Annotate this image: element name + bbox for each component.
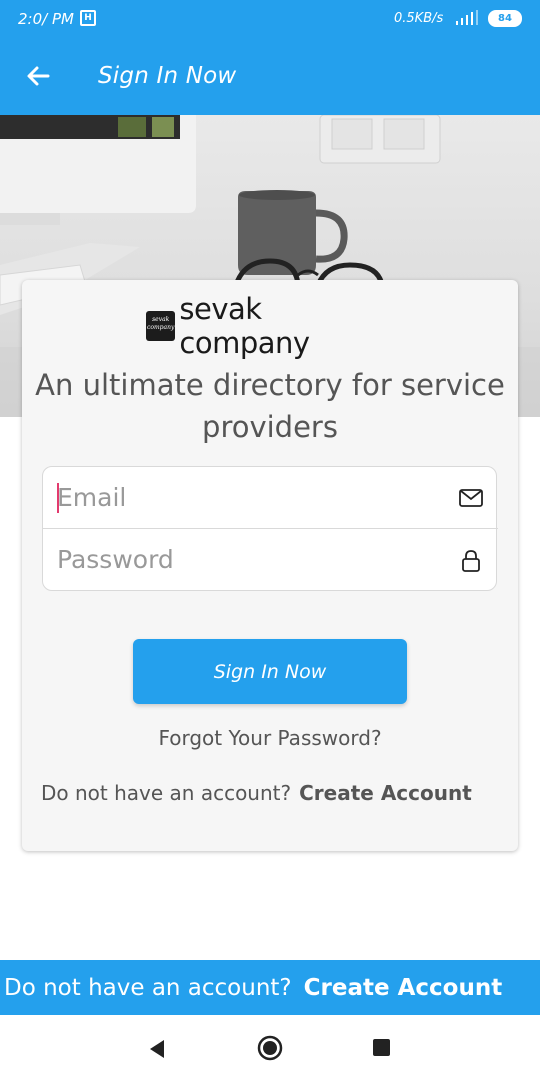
- signal-icon: [456, 10, 478, 25]
- password-field-row: [43, 529, 498, 591]
- email-field[interactable]: [57, 477, 437, 517]
- password-field[interactable]: [57, 539, 437, 579]
- text-cursor: [57, 483, 59, 513]
- navigation-bar: [0, 1015, 540, 1080]
- nav-recents-icon[interactable]: [373, 1039, 390, 1056]
- bottom-no-account-text: Do not have an account?: [4, 974, 292, 1001]
- bottom-signup-banner: Do not have an account? Create Account: [0, 960, 540, 1015]
- create-account-link[interactable]: Create Account: [299, 781, 472, 805]
- no-account-text: Do not have an account?: [41, 781, 292, 805]
- tagline: An ultimate directory for service provid…: [35, 368, 505, 444]
- status-bar: 2:0/ PM H 0.5KB/s 84: [0, 0, 540, 38]
- lock-icon: [462, 550, 480, 572]
- signup-prompt: Do not have an account? Create Account: [41, 781, 511, 805]
- mail-icon: [459, 489, 483, 507]
- sign-in-screen: 2:0/ PM H 0.5KB/s 84 Sign In Now sevak c…: [0, 0, 540, 1080]
- email-field-row: [43, 467, 498, 529]
- status-time: 2:0/ PM: [18, 10, 74, 28]
- network-speed: 0.5KB/s: [394, 11, 444, 26]
- sim-icon: H: [80, 10, 96, 26]
- arrow-left-icon[interactable]: [24, 62, 52, 90]
- bottom-create-account-link[interactable]: Create Account: [304, 975, 503, 1001]
- sign-in-button[interactable]: Sign In Now: [133, 639, 407, 704]
- battery-icon: 84: [488, 10, 522, 27]
- logo-mark: sevak company: [146, 311, 176, 341]
- company-logo: sevak company sevak company: [146, 292, 396, 360]
- nav-home-icon[interactable]: [257, 1035, 283, 1061]
- logo-text: sevak company: [179, 292, 310, 360]
- sign-in-form: [42, 466, 498, 591]
- forgot-password-link[interactable]: Forgot Your Password?: [60, 726, 480, 750]
- app-bar: Sign In Now: [0, 38, 540, 115]
- page-title: Sign In Now: [98, 63, 237, 89]
- nav-back-icon[interactable]: [148, 1039, 166, 1059]
